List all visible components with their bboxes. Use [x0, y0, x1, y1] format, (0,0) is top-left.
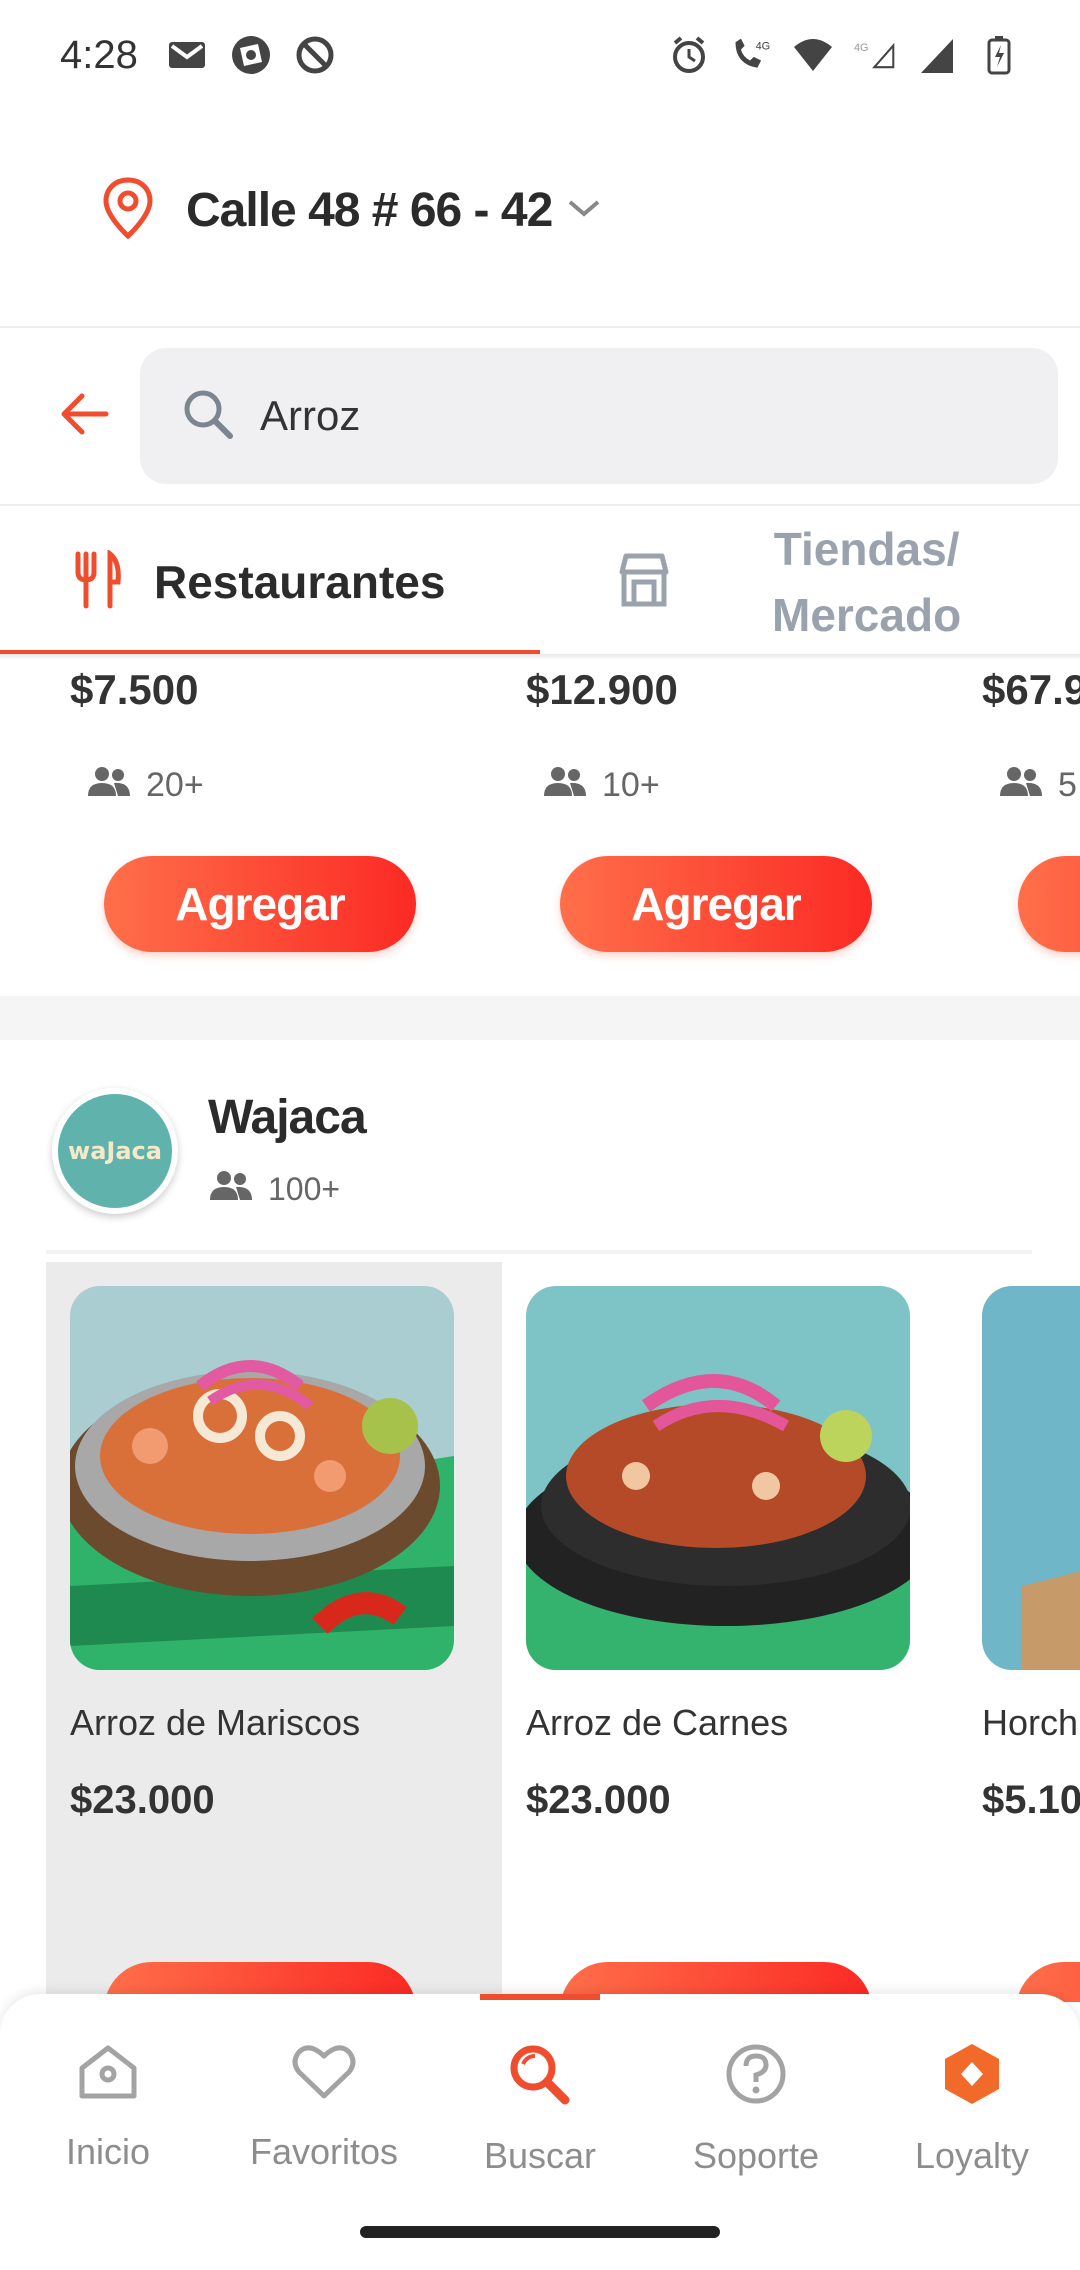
product-price: $23.000 — [70, 1778, 215, 1822]
help-icon — [724, 2042, 788, 2111]
product-price: $23.000 — [526, 1778, 671, 1822]
popularity: 5 — [998, 766, 1077, 805]
search-input[interactable]: Arroz — [140, 348, 1058, 484]
add-button[interactable]: Agregar — [560, 856, 872, 952]
home-icon — [76, 2042, 140, 2107]
store-popularity: 100+ — [208, 1170, 340, 1208]
loyalty-icon — [943, 2042, 1001, 2111]
nav-label: Favoritos — [249, 2131, 399, 2172]
nav-item-buscar[interactable]: Buscar — [432, 2042, 648, 2202]
list-item: $12.900 10+ Agregar — [526, 660, 946, 996]
chevron-down-icon — [566, 196, 602, 225]
nav-label: Loyalty — [914, 2135, 1030, 2176]
wifi-icon — [792, 34, 834, 76]
camera-app-icon — [230, 34, 272, 76]
tab-tiendas-label-line: Tiendas/ — [773, 523, 960, 575]
status-bar: 4:28 4G 4G — [0, 0, 1080, 110]
store-logo: waJaca — [52, 1088, 178, 1214]
previous-store-products: $7.500 20+ Agregar $12.900 10+ Agregar $… — [0, 660, 1080, 996]
header-divider — [0, 326, 1080, 328]
call-4g-icon: 4G — [730, 34, 772, 76]
product-image — [70, 1286, 454, 1670]
nav-item-inicio[interactable]: Inicio — [0, 2042, 216, 2202]
back-arrow-icon — [58, 392, 110, 441]
people-icon — [542, 766, 588, 805]
nav-item-soporte[interactable]: Soporte — [648, 2042, 864, 2202]
popularity-count: 5 — [1058, 766, 1077, 804]
store-icon — [614, 550, 674, 615]
store-divider — [46, 1250, 1032, 1254]
home-indicator — [360, 2226, 720, 2238]
store-name: Wajaca — [208, 1091, 367, 1144]
add-button[interactable]: Agregar — [104, 856, 416, 952]
popularity: 20+ — [86, 766, 204, 805]
tab-tiendas-mercado[interactable]: Tiendas/Mercado — [540, 508, 1080, 656]
tab-restaurantes-label: Restaurantes — [154, 556, 446, 608]
product-price: $67.9 — [982, 666, 1080, 713]
product-card[interactable]: Arroz de Mariscos $23.000 — [46, 1262, 502, 2002]
product-price: $7.500 — [70, 666, 199, 713]
nav-label: Soporte — [692, 2135, 820, 2176]
svg-text:4G: 4G — [756, 41, 771, 53]
alarm-icon — [668, 34, 710, 76]
status-system-icons: 4G 4G — [668, 34, 1020, 76]
tab-tiendas-label: Tiendas/Mercado — [772, 516, 961, 648]
svg-text:4G: 4G — [854, 42, 868, 54]
signal-icon — [916, 34, 958, 76]
tab-restaurantes[interactable]: Restaurantes — [0, 508, 540, 656]
nav-item-loyalty[interactable]: Loyalty — [864, 2042, 1080, 2202]
product-image — [982, 1286, 1080, 1670]
signal-4g-icon: 4G — [854, 34, 896, 76]
popularity-count: 100+ — [268, 1170, 341, 1207]
back-button[interactable] — [24, 356, 144, 476]
list-item: $67.9 5 — [982, 660, 1080, 996]
bottom-navigation: Inicio Favoritos Buscar Soporte Loyalty — [0, 1994, 1080, 2270]
location-pin-icon — [100, 176, 156, 245]
address-text: Calle 48 # 66 - 42 — [186, 183, 553, 237]
active-tab-indicator — [480, 1994, 600, 2000]
people-icon — [86, 766, 132, 805]
battery-icon — [978, 34, 1020, 76]
nav-item-favoritos[interactable]: Favoritos — [216, 2042, 432, 2202]
people-icon — [208, 1170, 254, 1208]
product-price: $12.900 — [526, 666, 678, 713]
product-carousel: Arroz de Mariscos $23.000 Arroz de Carne… — [0, 1262, 1080, 2002]
people-icon — [998, 766, 1044, 805]
search-query: Arroz — [260, 392, 361, 439]
store-header[interactable]: waJaca Wajaca 100+ — [48, 1082, 1048, 1222]
cutlery-icon — [72, 548, 124, 615]
section-separator — [0, 996, 1080, 1040]
product-card[interactable]: Arroz de Carnes $23.000 — [502, 1262, 958, 2002]
nav-label: Inicio — [65, 2131, 151, 2172]
product-image — [526, 1286, 910, 1670]
status-time: 4:28 — [60, 32, 138, 77]
status-notification-icons — [166, 34, 336, 76]
search-icon — [180, 386, 236, 447]
search-icon — [507, 2042, 573, 2111]
product-price: $5.10 — [982, 1778, 1080, 1822]
heart-icon — [291, 2042, 357, 2107]
gmail-icon — [166, 34, 208, 76]
nav-label: Buscar — [483, 2135, 597, 2176]
address-selector[interactable]: Calle 48 # 66 - 42 — [100, 160, 602, 260]
list-item: $7.500 20+ Agregar — [70, 660, 490, 996]
popularity: 10+ — [542, 766, 660, 805]
product-name: Arroz de Carnes — [526, 1702, 789, 1743]
product-name: Arroz de Mariscos — [70, 1702, 361, 1743]
popularity-count: 20+ — [146, 766, 204, 804]
store-logo-text: waJaca — [68, 1137, 162, 1165]
tab-tiendas-label-line: Mercado — [772, 589, 962, 641]
sync-icon — [294, 34, 336, 76]
add-button[interactable] — [1018, 856, 1080, 952]
search-row: Arroz — [0, 346, 1080, 486]
category-tabs: Restaurantes Tiendas/Mercado — [0, 508, 1080, 656]
search-divider — [0, 504, 1080, 506]
popularity-count: 10+ — [602, 766, 660, 804]
product-card[interactable]: Horch $5.10 — [958, 1262, 1080, 2002]
product-name: Horch — [982, 1702, 1079, 1743]
